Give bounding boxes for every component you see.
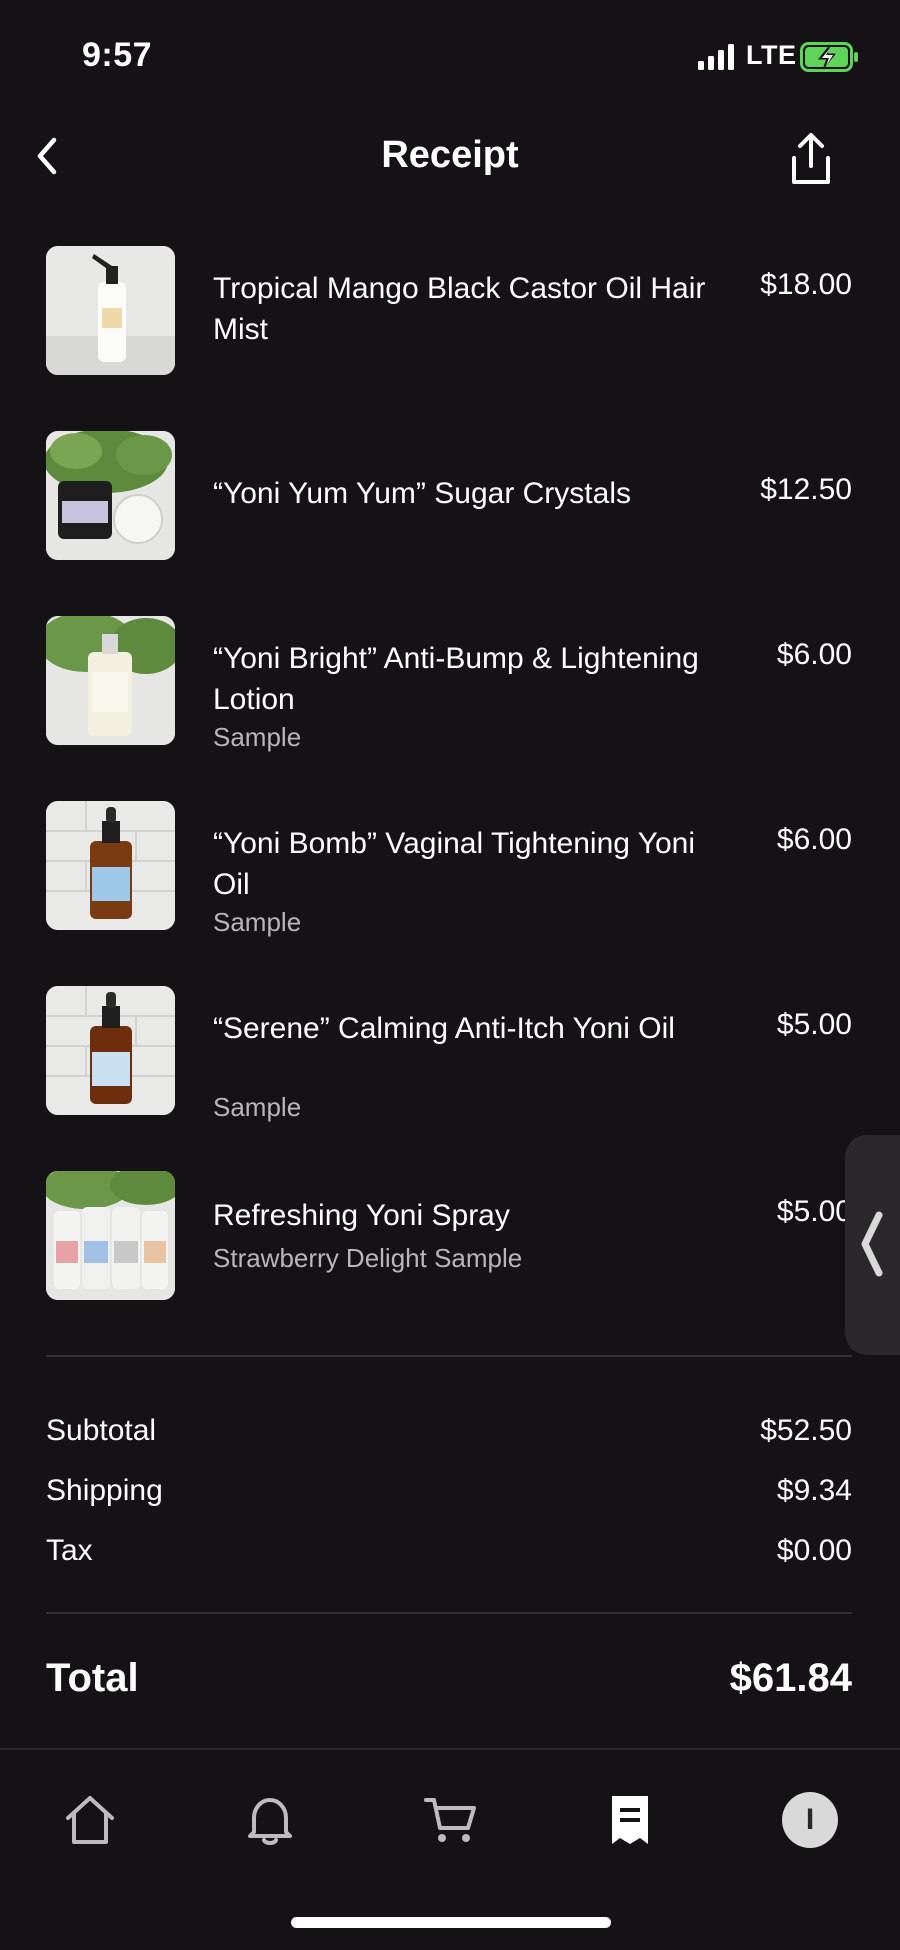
receipt-item[interactable]: “Serene” Calming Anti-Itch Yoni Oil Samp… xyxy=(0,986,900,1122)
receipt-item[interactable]: “Yoni Yum Yum” Sugar Crystals $12.50 xyxy=(0,431,900,561)
item-variant: Strawberry Delight Sample xyxy=(213,1243,523,1273)
share-button[interactable] xyxy=(786,130,836,190)
tax-value: $0.00 xyxy=(776,1534,852,1567)
receipt-item[interactable]: “Yoni Bomb” Vaginal Tightening Yoni Oil … xyxy=(0,801,900,937)
side-panel-handle[interactable] xyxy=(845,1135,900,1355)
home-icon xyxy=(66,1796,114,1844)
item-variant: Sample xyxy=(213,722,302,752)
item-name: “Serene” Calming Anti-Itch Yoni Oil xyxy=(213,1012,675,1045)
product-image xyxy=(46,431,175,560)
chevron-left-icon xyxy=(861,1211,883,1277)
tab-cart[interactable] xyxy=(420,1790,480,1850)
item-price: $5.00 xyxy=(776,1195,852,1228)
item-name: “Yoni Bright” Anti-Bump & Lightening Lot… xyxy=(213,642,699,716)
divider xyxy=(46,1355,852,1357)
total-value: $61.84 xyxy=(729,1656,852,1700)
product-image xyxy=(46,616,175,745)
subtotal-row: Subtotal $52.50 xyxy=(46,1414,852,1454)
status-bar: 9:57 LTE xyxy=(0,0,900,110)
receipt-item[interactable]: “Yoni Bright” Anti-Bump & Lightening Lot… xyxy=(0,616,900,752)
item-name: Tropical Mango Black Castor Oil Hair Mis… xyxy=(213,272,706,346)
item-price: $12.50 xyxy=(760,473,852,506)
shipping-label: Shipping xyxy=(46,1474,163,1507)
item-name: Refreshing Yoni Spray xyxy=(213,1199,510,1232)
tab-notifications[interactable] xyxy=(240,1790,300,1850)
status-time: 9:57 xyxy=(82,36,153,74)
item-variant: Sample xyxy=(213,1092,302,1122)
subtotal-value: $52.50 xyxy=(760,1414,852,1447)
item-price: $18.00 xyxy=(760,268,852,301)
receipt-item[interactable]: Tropical Mango Black Castor Oil Hair Mis… xyxy=(0,246,900,376)
product-image xyxy=(46,986,175,1115)
receipt-item[interactable]: Refreshing Yoni Spray Strawberry Delight… xyxy=(0,1171,900,1301)
tab-home[interactable] xyxy=(60,1790,120,1850)
product-image xyxy=(46,1171,175,1300)
page-title: Receipt xyxy=(381,134,519,176)
tab-profile[interactable]: I xyxy=(780,1790,840,1850)
item-price: $6.00 xyxy=(776,823,852,856)
item-price: $5.00 xyxy=(776,1008,852,1041)
bell-icon xyxy=(248,1798,292,1845)
item-price: $6.00 xyxy=(776,638,852,671)
product-image xyxy=(46,246,175,375)
battery-charging-icon xyxy=(800,42,858,72)
home-indicator xyxy=(291,1917,611,1928)
shipping-value: $9.34 xyxy=(776,1474,852,1507)
tab-receipts[interactable] xyxy=(600,1790,660,1850)
navigation-header: Receipt xyxy=(0,120,900,200)
subtotal-label: Subtotal xyxy=(46,1414,157,1447)
shipping-row: Shipping $9.34 xyxy=(46,1474,852,1514)
tax-label: Tax xyxy=(46,1534,93,1567)
tax-row: Tax $0.00 xyxy=(46,1534,852,1574)
total-label: Total xyxy=(46,1656,139,1700)
total-row: Total $61.84 xyxy=(46,1656,852,1706)
item-name: “Yoni Yum Yum” Sugar Crystals xyxy=(213,477,631,510)
divider xyxy=(46,1612,852,1614)
share-icon xyxy=(792,133,830,184)
signal-icon xyxy=(698,44,734,70)
product-image xyxy=(46,801,175,930)
item-variant: Sample xyxy=(213,907,302,937)
cart-icon xyxy=(424,1798,476,1842)
avatar: I xyxy=(782,1792,838,1848)
receipt-icon xyxy=(612,1796,648,1844)
item-name: “Yoni Bomb” Vaginal Tightening Yoni Oil xyxy=(213,827,696,901)
carrier-label: LTE xyxy=(746,40,797,70)
